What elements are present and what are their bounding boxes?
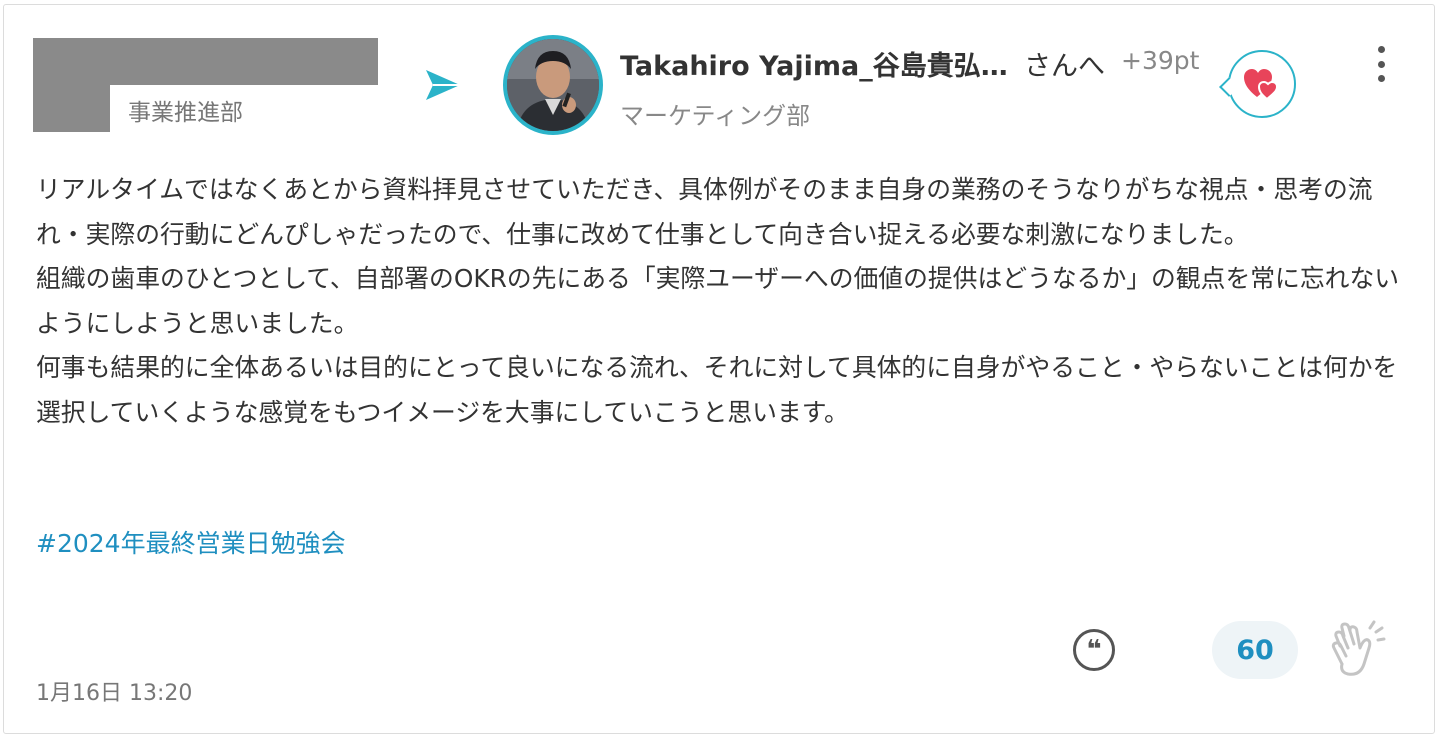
receiver-department: マーケティング部 <box>620 102 811 130</box>
quote-icon: ❝ <box>1086 635 1102 665</box>
hashtag-link[interactable]: #2024年最終営業日勉強会 <box>36 524 346 560</box>
heart-reaction-button[interactable] <box>1228 50 1296 118</box>
sender-department: 事業推進部 <box>128 100 243 126</box>
more-dot <box>1377 75 1385 82</box>
receiver-suffix: さんへ <box>1024 51 1105 82</box>
clap-icon[interactable] <box>1328 618 1388 680</box>
receiver-photo <box>507 39 599 131</box>
receiver-name[interactable]: Takahiro Yajima_谷島貴弘… <box>620 44 1008 83</box>
more-dot <box>1377 60 1385 68</box>
heart-icon <box>1244 69 1279 101</box>
post-body: リアルタイムではなくあとから資料拝見させていただき、具体例がそのまま自身の業務の… <box>36 175 1400 427</box>
post-timestamp: 1月16日 13:20 <box>36 681 193 706</box>
more-options-button[interactable] <box>1368 42 1394 86</box>
receiver-avatar[interactable] <box>503 35 603 135</box>
send-arrow-icon <box>426 70 460 100</box>
quote-button[interactable]: ❝ <box>1073 629 1115 671</box>
clap-count[interactable]: 60 <box>1212 621 1298 679</box>
sender-avatar-redacted <box>33 38 110 132</box>
points-badge: +39pt <box>1121 46 1200 75</box>
more-dot <box>1377 46 1385 53</box>
